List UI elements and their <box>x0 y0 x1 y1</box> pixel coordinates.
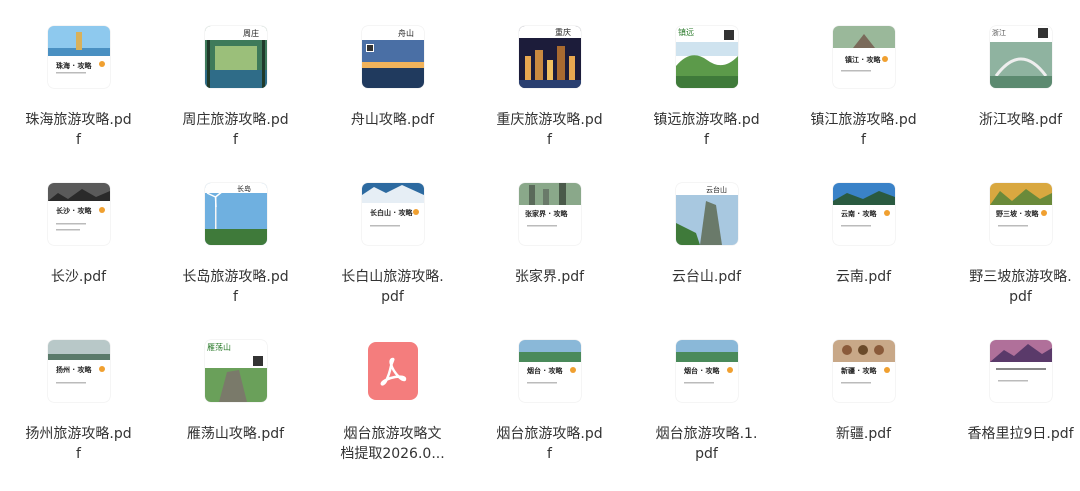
pdf-thumbnail: 云南 · 攻略 <box>832 183 895 245</box>
pdf-thumbnail: 浙江 <box>989 26 1052 88</box>
file-name: 野三坡旅游攻略.pdf <box>969 269 1072 305</box>
pdf-thumbnail: 扬州 · 攻略 <box>47 340 110 402</box>
file-item[interactable]: 长沙 · 攻略 长沙.pdf <box>0 177 157 334</box>
file-item[interactable]: 雁荡山 雁荡山攻略.pdf <box>157 334 314 491</box>
file-name: 扬州旅游攻略.pdf <box>25 426 132 462</box>
file-item[interactable]: 浙江 浙江攻略.pdf <box>942 20 1080 177</box>
pdf-thumbnail: 长沙 · 攻略 <box>47 183 110 245</box>
cover-title: 张家界 · 攻略 <box>525 209 569 218</box>
pdf-thumbnail: 镇江 · 攻略 <box>832 26 895 88</box>
cover-title: 烟台 · 攻略 <box>527 366 564 375</box>
cover-title: 云南 · 攻略 <box>841 209 878 218</box>
file-name: 香格里拉9日.pdf <box>967 426 1074 442</box>
file-item[interactable]: 烟台 · 攻略 烟台旅游攻略.pdf <box>471 334 628 491</box>
file-name: 张家界.pdf <box>514 269 585 285</box>
file-name: 重庆旅游攻略.pdf <box>496 112 603 148</box>
file-item[interactable]: 镇江 · 攻略 镇江旅游攻略.pdf <box>785 20 942 177</box>
cover-title: 雁荡山 <box>207 342 231 352</box>
file-item[interactable]: 舟山 舟山攻略.pdf <box>314 20 471 177</box>
pdf-thumbnail: 张家界 · 攻略 <box>518 183 581 245</box>
cover-title: 舟山 <box>398 28 414 38</box>
pdf-thumbnail: 烟台 · 攻略 <box>518 340 581 402</box>
pdf-thumbnail: 长岛 <box>204 183 267 245</box>
cover-title: 周庄 <box>243 28 259 38</box>
cover-title: 扬州 · 攻略 <box>56 365 93 374</box>
cover-title: 新疆 · 攻略 <box>841 366 878 375</box>
cover-title: 云台山 <box>706 185 727 194</box>
file-item[interactable]: 镇远 镇远旅游攻略.pdf <box>628 20 785 177</box>
pdf-file-icon <box>367 342 418 400</box>
file-name: 新疆.pdf <box>835 426 892 442</box>
file-item[interactable]: 张家界 · 攻略 张家界.pdf <box>471 177 628 334</box>
file-item[interactable]: 烟台旅游攻略文档提取2026.0... <box>314 334 471 491</box>
cover-title: 珠海 · 攻略 <box>56 61 93 70</box>
cover-title: 野三坡 · 攻略 <box>996 209 1040 218</box>
file-name: 舟山攻略.pdf <box>350 112 435 128</box>
file-name: 雁荡山攻略.pdf <box>186 426 285 442</box>
file-name: 长白山旅游攻略.pdf <box>341 269 444 305</box>
pdf-thumbnail: 珠海 · 攻略 <box>47 26 110 88</box>
pdf-thumbnail: 新疆 · 攻略 <box>832 340 895 402</box>
file-name: 镇远旅游攻略.pdf <box>653 112 760 148</box>
cover-title: 浙江 <box>992 28 1006 37</box>
file-name: 周庄旅游攻略.pdf <box>182 112 289 148</box>
cover-title: 镇江 · 攻略 <box>845 55 882 64</box>
file-name: 烟台旅游攻略.1.pdf <box>655 426 758 462</box>
pdf-thumbnail: 野三坡 · 攻略 <box>989 183 1052 245</box>
file-name: 云台山.pdf <box>671 269 742 285</box>
cover-title: 长白山 · 攻略 <box>370 208 414 217</box>
cover-title: 烟台 · 攻略 <box>684 366 721 375</box>
file-item[interactable]: 烟台 · 攻略 烟台旅游攻略.1.pdf <box>628 334 785 491</box>
pdf-thumbnail: 舟山 <box>361 26 424 88</box>
file-item[interactable]: 重庆 重庆旅游攻略.pdf <box>471 20 628 177</box>
pdf-thumbnail <box>989 340 1052 402</box>
file-name: 烟台旅游攻略文档提取2026.0... <box>340 426 445 462</box>
file-name: 浙江攻略.pdf <box>978 112 1063 128</box>
pdf-thumbnail: 雁荡山 <box>204 340 267 402</box>
file-grid: 珠海 · 攻略 珠海旅游攻略.pdf 周庄 周庄旅游攻略.pdf 舟山 舟山攻略… <box>0 0 1080 479</box>
file-name: 珠海旅游攻略.pdf <box>25 112 132 148</box>
cover-title: 长岛 <box>237 184 251 193</box>
pdf-thumbnail: 长白山 · 攻略 <box>361 183 424 245</box>
file-item[interactable]: 周庄 周庄旅游攻略.pdf <box>157 20 314 177</box>
pdf-thumbnail: 云台山 <box>675 183 738 245</box>
cover-title: 重庆 <box>555 27 571 37</box>
pdf-thumbnail: 镇远 <box>675 26 738 88</box>
file-item[interactable]: 珠海 · 攻略 珠海旅游攻略.pdf <box>0 20 157 177</box>
file-name: 长岛旅游攻略.pdf <box>182 269 289 305</box>
file-name: 长沙.pdf <box>50 269 107 285</box>
file-name: 镇江旅游攻略.pdf <box>810 112 917 148</box>
file-item[interactable]: 云南 · 攻略 云南.pdf <box>785 177 942 334</box>
file-item[interactable]: 长白山 · 攻略 长白山旅游攻略.pdf <box>314 177 471 334</box>
pdf-thumbnail: 烟台 · 攻略 <box>675 340 738 402</box>
pdf-thumbnail: 重庆 <box>518 26 581 88</box>
file-item[interactable]: 长岛 长岛旅游攻略.pdf <box>157 177 314 334</box>
file-name: 云南.pdf <box>835 269 892 285</box>
file-item[interactable]: 野三坡 · 攻略 野三坡旅游攻略.pdf <box>942 177 1080 334</box>
pdf-thumbnail: 周庄 <box>204 26 267 88</box>
file-item[interactable]: 扬州 · 攻略 扬州旅游攻略.pdf <box>0 334 157 491</box>
file-name: 烟台旅游攻略.pdf <box>496 426 603 462</box>
cover-title: 长沙 · 攻略 <box>56 206 93 215</box>
file-item[interactable]: 新疆 · 攻略 新疆.pdf <box>785 334 942 491</box>
file-item[interactable]: 香格里拉9日.pdf <box>942 334 1080 491</box>
file-item[interactable]: 云台山 云台山.pdf <box>628 177 785 334</box>
cover-title: 镇远 <box>678 27 694 37</box>
